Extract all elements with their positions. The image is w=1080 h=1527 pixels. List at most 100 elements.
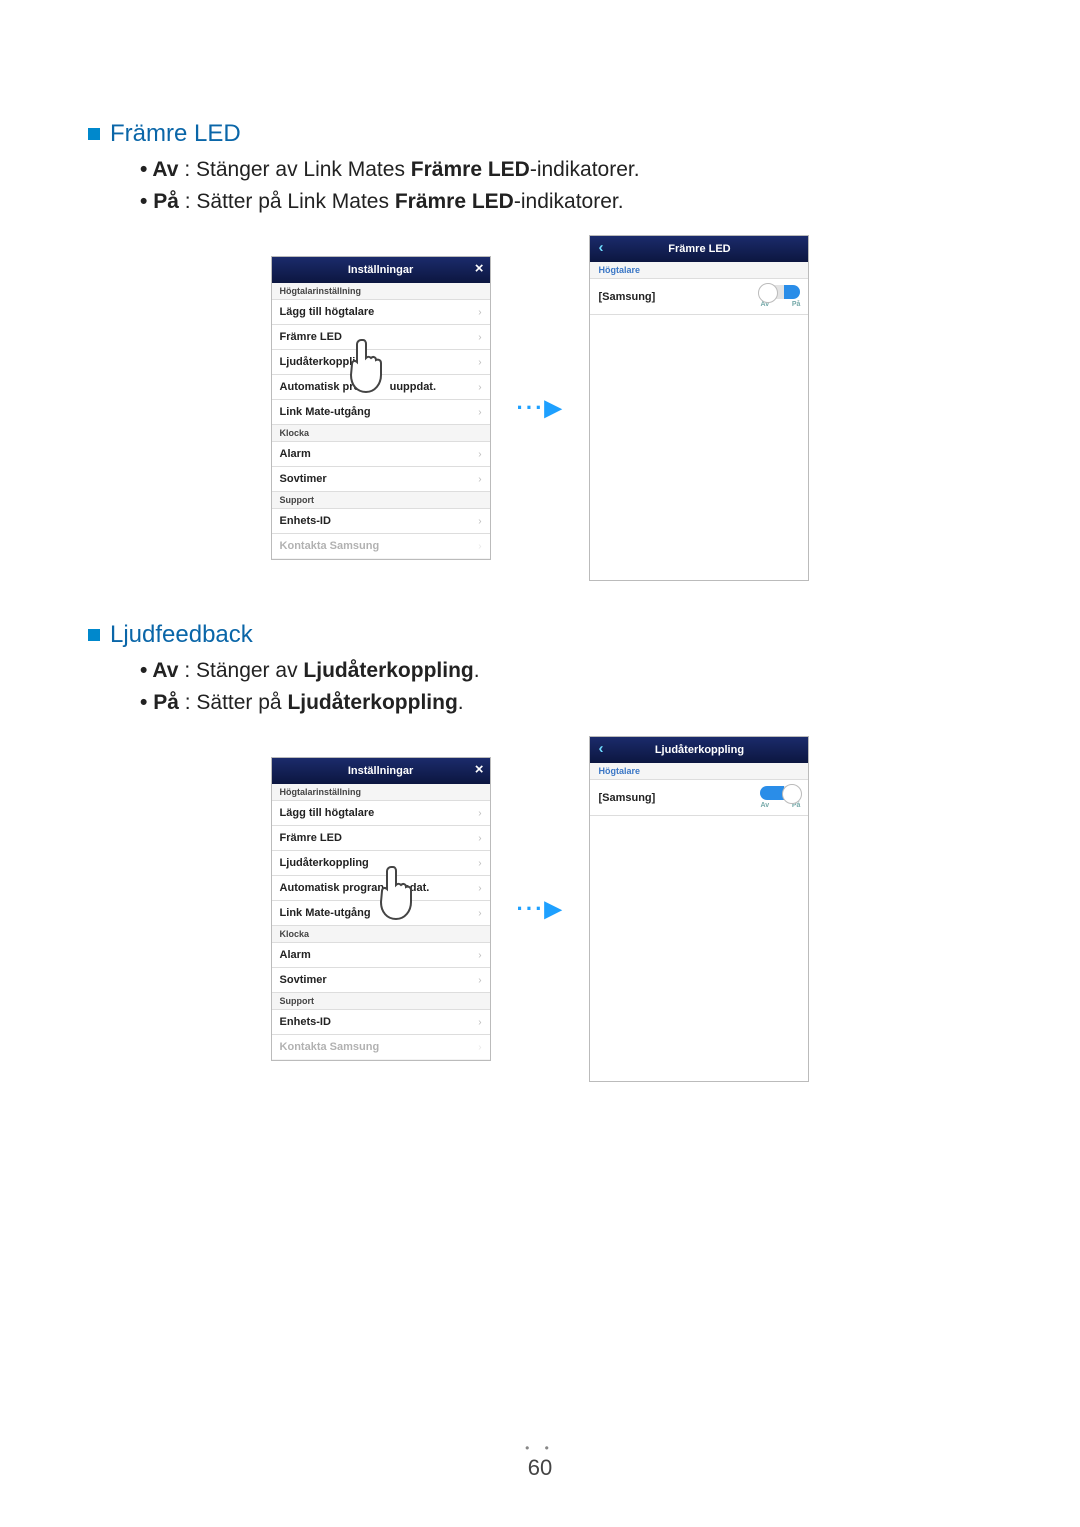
- chevron-right-icon: ›: [478, 1017, 481, 1028]
- chevron-right-icon: ›: [478, 449, 481, 460]
- row-auto-update[interactable]: Automatisk progranxxppdat.›: [272, 876, 490, 901]
- row-add-speaker[interactable]: Lägg till högtalare›: [272, 300, 490, 325]
- panel-title: Främre LED: [668, 243, 730, 255]
- category-support: Support: [272, 993, 490, 1010]
- row-label: Ljudåterkoppling: [280, 356, 369, 368]
- square-bullet-icon: [88, 629, 100, 641]
- panel-header: Inställningar ×: [272, 758, 490, 784]
- chevron-right-icon: ›: [478, 908, 481, 919]
- row-label: Kontakta Samsung: [280, 540, 380, 552]
- item-bold: Ljudåterkoppling: [303, 659, 473, 682]
- row-linkmate-out[interactable]: Link Mate-utgång›: [272, 901, 490, 926]
- chevron-right-icon: ›: [478, 516, 481, 527]
- toggle-switch[interactable]: [760, 285, 800, 299]
- row-linkmate-out[interactable]: Link Mate-utgång›: [272, 400, 490, 425]
- row-label: Link Mate-utgång: [280, 406, 371, 418]
- row-label: ppdat.: [396, 882, 429, 894]
- chevron-right-icon: ›: [478, 975, 481, 986]
- row-sound-feedback[interactable]: Ljudåterkoppling ›: [272, 350, 490, 375]
- square-bullet-icon: [88, 128, 100, 140]
- flow-arrow-icon: ···▶: [517, 896, 564, 922]
- row-auto-update[interactable]: Automatisk progrxxxuuppdat.›: [272, 375, 490, 400]
- row-device-toggle[interactable]: [Samsung] AvPå: [590, 279, 808, 315]
- row-sound-feedback[interactable]: Ljudåterkoppling ›: [272, 851, 490, 876]
- panel-header: ‹ Främre LED: [590, 236, 808, 262]
- back-icon[interactable]: ‹: [598, 740, 603, 757]
- item-text: : Stänger av: [179, 659, 304, 682]
- chevron-right-icon: ›: [478, 382, 481, 393]
- close-icon[interactable]: ×: [475, 260, 484, 277]
- list-item: Av : Stänger av Ljudåterkoppling.: [140, 655, 992, 687]
- chevron-right-icon: ›: [478, 357, 481, 368]
- back-icon[interactable]: ‹: [598, 239, 603, 256]
- row-device-id[interactable]: Enhets-ID›: [272, 509, 490, 534]
- row-label: uuppdat.: [390, 381, 436, 393]
- item-on-label: På: [153, 190, 179, 213]
- toggle-switch[interactable]: [760, 786, 800, 800]
- item-text: : Sätter på: [179, 691, 288, 714]
- item-off-label: Av: [152, 659, 178, 682]
- panel-title: Inställningar: [348, 765, 413, 777]
- item-off-label: Av: [152, 158, 178, 181]
- chevron-right-icon: ›: [478, 858, 481, 869]
- item-bold: Främre LED: [395, 190, 514, 213]
- row-front-led[interactable]: Främre LED›: [272, 826, 490, 851]
- row-label: Alarm: [280, 949, 311, 961]
- section-title: Främre LED: [110, 120, 241, 147]
- row-sovtimer[interactable]: Sovtimer›: [272, 467, 490, 492]
- page-number-value: 60: [528, 1455, 552, 1480]
- item-bold: Ljudåterkoppling: [287, 691, 457, 714]
- row-contact[interactable]: Kontakta Samsung ›: [272, 534, 490, 559]
- item-text: .: [458, 691, 464, 714]
- page-dots-icon: • •: [0, 1445, 1080, 1451]
- section-heading-front-led: Främre LED: [88, 120, 992, 148]
- list-item: På : Sätter på Link Mates Främre LED-ind…: [140, 186, 992, 218]
- category-support: Support: [272, 492, 490, 509]
- item-text: : Stänger av Link Mates: [179, 158, 411, 181]
- item-text: .: [474, 659, 480, 682]
- row-label: Ljudåterkoppling: [280, 857, 369, 869]
- row-label: Automatisk progran: [280, 882, 385, 894]
- chevron-right-icon: ›: [478, 541, 481, 552]
- category-speaker: Högtalarinställning: [272, 283, 490, 300]
- list-item: Av : Stänger av Link Mates Främre LED-in…: [140, 154, 992, 186]
- item-text: -indikatorer.: [530, 158, 640, 181]
- row-label: Sovtimer: [280, 473, 327, 485]
- panel-header: Inställningar ×: [272, 257, 490, 283]
- row-device-id[interactable]: Enhets-ID ›: [272, 1010, 490, 1035]
- chevron-right-icon: ›: [478, 307, 481, 318]
- panel-header: ‹ Ljudåterkoppling: [590, 737, 808, 763]
- category-speakers: Högtalare: [590, 262, 808, 279]
- section-heading-sound-fb: Ljudfeedback: [88, 621, 992, 649]
- row-label: Kontakta Samsung: [280, 1041, 380, 1053]
- category-clock: Klocka: [272, 926, 490, 943]
- row-sovtimer[interactable]: Sovtimer›: [272, 968, 490, 993]
- figure-row-sound-fb: Inställningar × Högtalarinställning Lägg…: [88, 736, 992, 1082]
- row-add-speaker[interactable]: Lägg till högtalare ›: [272, 801, 490, 826]
- row-label: Alarm: [280, 448, 311, 460]
- chevron-right-icon: ›: [478, 332, 481, 343]
- chevron-right-icon: ›: [478, 883, 481, 894]
- item-text: -indikatorer.: [514, 190, 624, 213]
- item-on-label: På: [153, 691, 179, 714]
- row-label: Automatisk progr: [280, 381, 372, 393]
- row-label: Lägg till högtalare: [280, 807, 375, 819]
- item-bold: Främre LED: [411, 158, 530, 181]
- chevron-right-icon: ›: [478, 808, 481, 819]
- list-item: På : Sätter på Ljudåterkoppling.: [140, 687, 992, 719]
- device-name: [Samsung]: [598, 792, 655, 804]
- row-front-led[interactable]: Främre LED›: [272, 325, 490, 350]
- row-device-toggle[interactable]: [Samsung] AvPå: [590, 780, 808, 816]
- close-icon[interactable]: ×: [475, 761, 484, 778]
- panel-title: Ljudåterkoppling: [655, 744, 744, 756]
- row-alarm[interactable]: Alarm›: [272, 943, 490, 968]
- device-name: [Samsung]: [598, 291, 655, 303]
- row-label: Enhets-ID: [280, 1016, 331, 1028]
- sound-fb-detail-panel: ‹ Ljudåterkoppling Högtalare [Samsung] A…: [589, 736, 809, 1082]
- row-contact[interactable]: Kontakta Samsung›: [272, 1035, 490, 1060]
- sound-fb-list: Av : Stänger av Ljudåterkoppling. På : S…: [140, 655, 992, 718]
- item-text: : Sätter på Link Mates: [179, 190, 395, 213]
- flow-arrow-icon: ···▶: [517, 395, 564, 421]
- category-speaker: Högtalarinställning: [272, 784, 490, 801]
- row-alarm[interactable]: Alarm ›: [272, 442, 490, 467]
